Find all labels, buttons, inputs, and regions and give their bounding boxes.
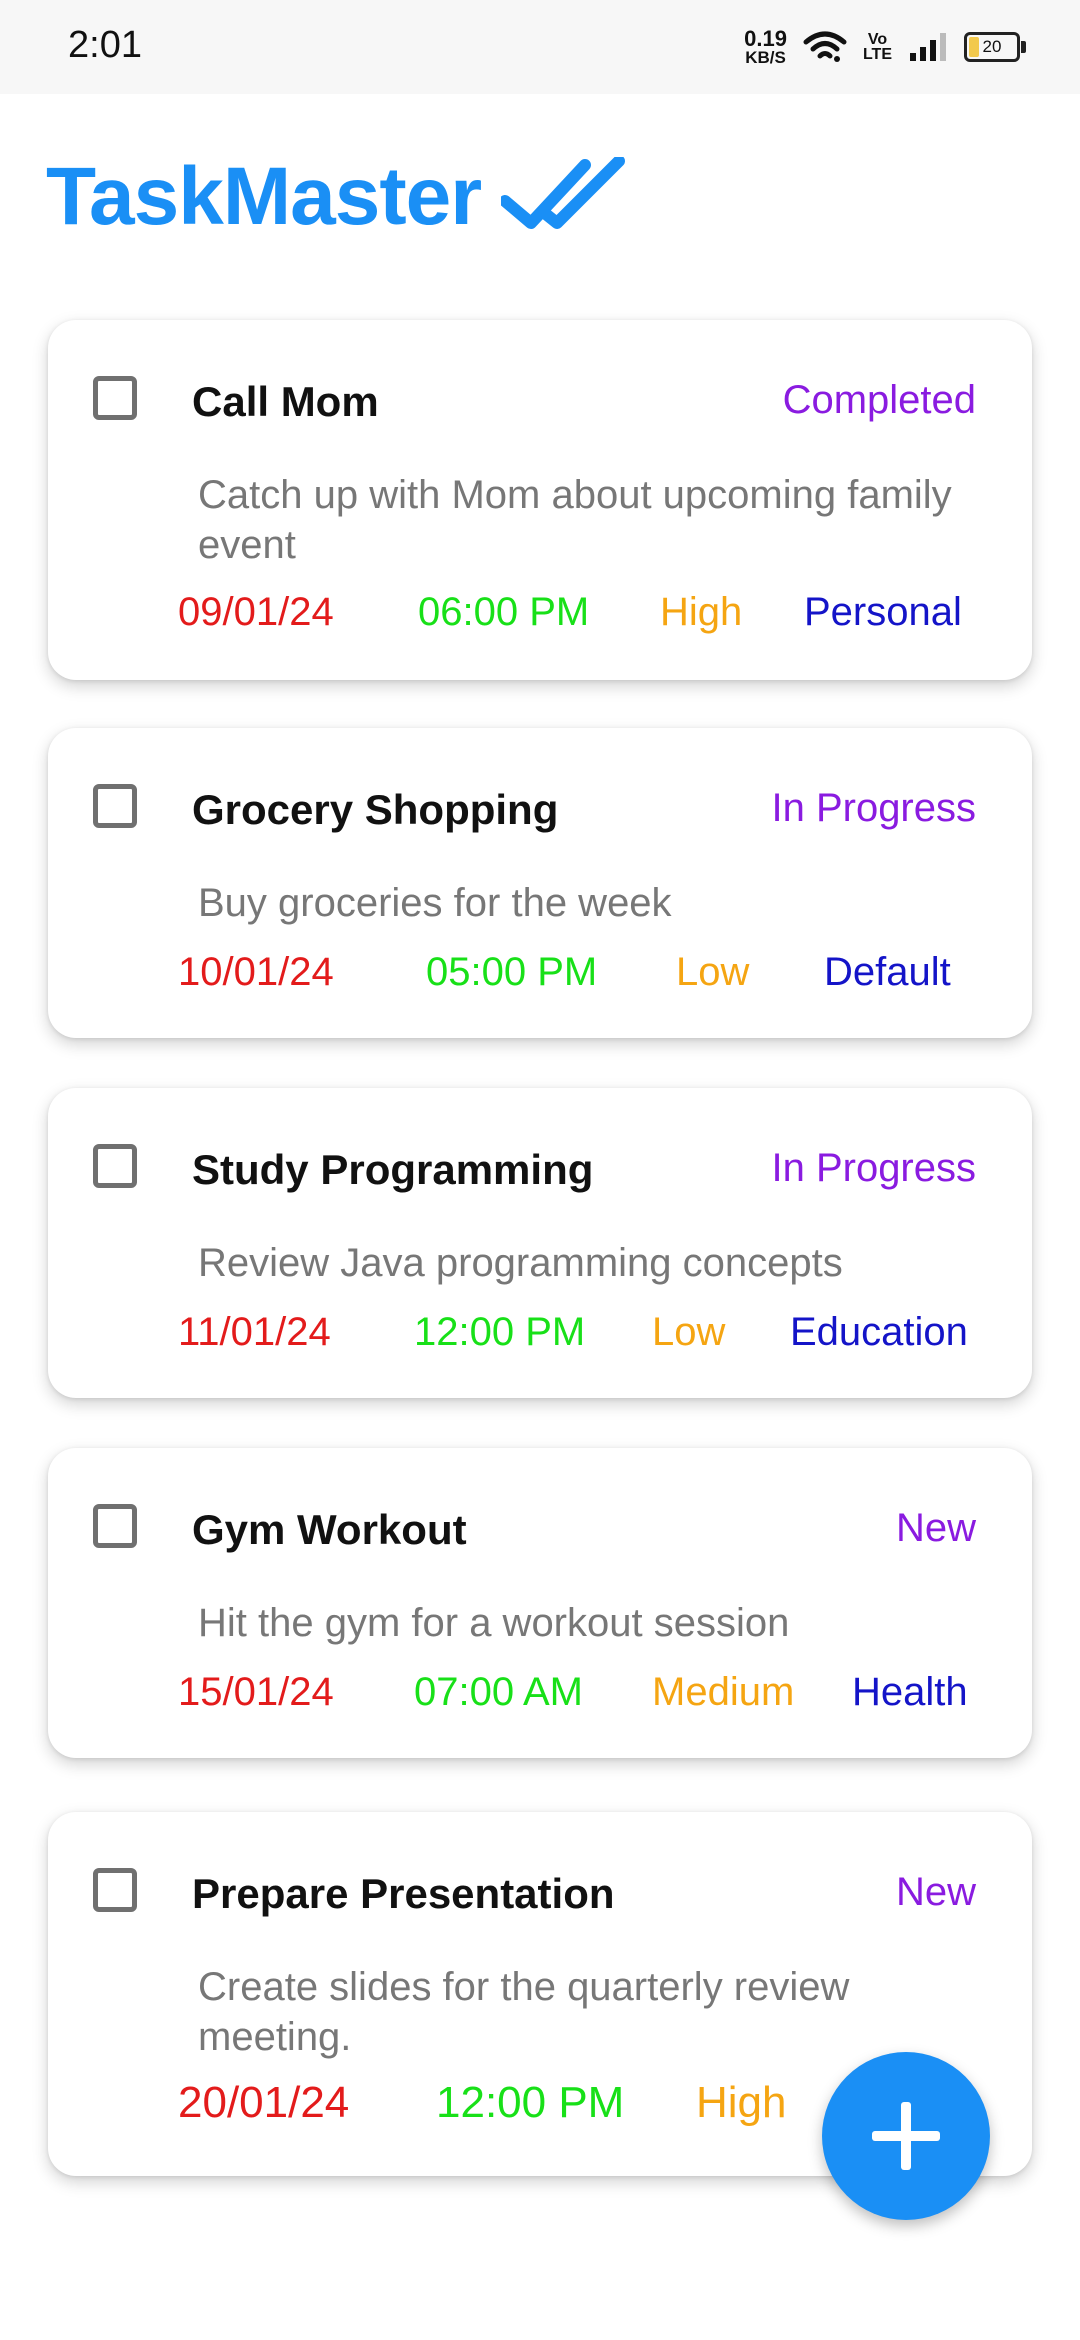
network-speed-unit: KB/S (745, 47, 786, 67)
task-description: Catch up with Mom about upcoming family … (198, 473, 952, 567)
task-checkbox[interactable] (93, 1144, 137, 1188)
battery-level: 20 (982, 37, 1002, 56)
task-title: Grocery Shopping (192, 786, 559, 833)
task-time: 12:00 PM (414, 1310, 586, 1354)
task-time: 12:00 PM (436, 2078, 625, 2127)
task-checkbox[interactable] (93, 784, 137, 828)
task-category: Health (852, 1670, 968, 1714)
task-category: Personal (804, 590, 962, 634)
task-title: Study Programming (192, 1146, 594, 1193)
task-priority: High (696, 2078, 787, 2127)
task-description: Hit the gym for a workout session (198, 1601, 790, 1645)
volte-top: Vo (867, 31, 888, 48)
task-checkbox[interactable] (93, 1868, 137, 1912)
task-priority: Low (652, 1310, 726, 1354)
task-description: Create slides for the quarterly review m… (198, 1965, 850, 2059)
task-checkbox[interactable] (93, 1504, 137, 1548)
add-task-button[interactable] (822, 2052, 990, 2220)
plus-icon (872, 2102, 940, 2170)
task-priority: Low (676, 950, 750, 994)
signal-icon (910, 33, 946, 61)
task-description: Review Java programming concepts (198, 1241, 843, 1285)
task-date: 20/01/24 (178, 2078, 350, 2127)
task-date: 09/01/24 (178, 590, 334, 634)
task-meta: 10/01/24 05:00 PM Low Default (48, 950, 1032, 1000)
status-icons: 0.19 KB/S Vo LTE 20 (744, 24, 1026, 70)
volte-bottom: LTE (862, 46, 892, 63)
task-checkbox[interactable] (93, 376, 137, 420)
app-title: TaskMaster (46, 150, 631, 244)
task-status: In Progress (771, 1146, 976, 1190)
wifi-icon (803, 31, 847, 62)
task-time: 07:00 AM (414, 1670, 584, 1714)
task-category: Education (790, 1310, 968, 1354)
task-status: In Progress (771, 786, 976, 830)
double-check-icon (501, 157, 626, 229)
task-status: Completed (782, 378, 976, 422)
task-card[interactable]: Grocery Shopping In Progress Buy groceri… (48, 728, 1032, 1038)
task-date: 15/01/24 (178, 1670, 334, 1714)
battery-icon: 20 (964, 32, 1026, 62)
task-title: Prepare Presentation (192, 1870, 615, 1917)
task-meta: 09/01/24 06:00 PM High Personal (48, 590, 1032, 640)
task-category: Default (824, 950, 951, 994)
task-priority: Medium (652, 1670, 795, 1714)
status-time: 2:01 (68, 24, 142, 66)
task-title: Call Mom (192, 378, 379, 425)
task-date: 10/01/24 (178, 950, 334, 994)
task-card[interactable]: Gym Workout New Hit the gym for a workou… (48, 1448, 1032, 1758)
task-card[interactable]: Study Programming In Progress Review Jav… (48, 1088, 1032, 1398)
task-title: Gym Workout (192, 1506, 467, 1553)
status-bar: 2:01 0.19 KB/S Vo LTE 20 (0, 0, 1080, 94)
task-status: New (895, 1870, 976, 1914)
task-time: 06:00 PM (418, 590, 590, 634)
task-description: Buy groceries for the week (198, 881, 672, 925)
app-title-text: TaskMaster (46, 151, 482, 242)
task-date: 11/01/24 (178, 1310, 331, 1354)
volte-indicator: Vo LTE (862, 31, 892, 63)
network-speed-value: 0.19 (744, 25, 787, 51)
task-meta: 11/01/24 12:00 PM Low Education (48, 1310, 1032, 1360)
network-speed: 0.19 KB/S (744, 25, 787, 67)
task-status: New (895, 1506, 976, 1550)
task-meta: 15/01/24 07:00 AM Medium Health (48, 1670, 1032, 1720)
task-time: 05:00 PM (426, 950, 598, 994)
task-priority: High (660, 590, 743, 634)
task-card[interactable]: Call Mom Completed Catch up with Mom abo… (48, 320, 1032, 680)
